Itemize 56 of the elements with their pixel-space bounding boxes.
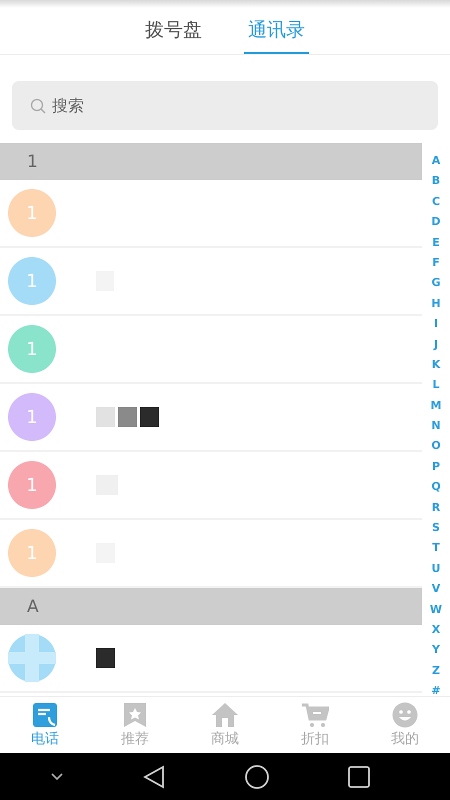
section-header: 1 (0, 143, 422, 180)
index-letter[interactable]: Z (432, 660, 440, 682)
index-letter[interactable]: C (432, 192, 440, 212)
index-letter[interactable]: W (430, 600, 442, 620)
section-header: A (0, 588, 422, 625)
index-letter[interactable]: R (432, 498, 440, 518)
index-letter[interactable]: K (432, 354, 440, 376)
index-letter[interactable]: I (434, 314, 438, 335)
index-letter[interactable]: S (432, 518, 440, 538)
index-letter[interactable]: A (432, 151, 440, 172)
bottom-tab[interactable]: 折扣 (270, 697, 360, 753)
index-letter[interactable]: L (432, 375, 440, 396)
search-field[interactable]: 搜索 (12, 81, 438, 130)
index-letter[interactable]: D (431, 212, 441, 233)
index-letter[interactable]: M (430, 396, 442, 416)
bottom-tab[interactable]: 电话 (0, 697, 90, 753)
index-letter[interactable]: T (432, 538, 440, 559)
index-letter[interactable]: O (431, 436, 441, 457)
home-icon (211, 702, 239, 728)
redacted-name-drawing (96, 648, 118, 668)
contact-avatar: 1 (8, 461, 56, 509)
bottom-tab[interactable]: 商城 (180, 697, 270, 753)
index-letter[interactable]: Y (432, 640, 440, 661)
contact-avatar: 1 (8, 257, 56, 305)
index-letter[interactable]: G (431, 273, 441, 294)
contact-avatar: 1 (8, 189, 56, 237)
index-letter[interactable]: J (434, 334, 438, 355)
phone-book-icon (32, 702, 58, 728)
contact-avatar: 1 (8, 393, 56, 441)
smiley-icon (392, 702, 418, 728)
contact-avatar: 1 (8, 325, 56, 373)
index-letter[interactable]: Q (431, 477, 441, 498)
index-letter[interactable]: N (431, 416, 441, 436)
redacted-name-drawing (96, 407, 162, 427)
contact-avatar: 1 (8, 529, 56, 577)
index-letter[interactable]: H (431, 294, 441, 314)
index-letter[interactable]: F (432, 252, 440, 274)
top-tab[interactable]: 拨号盘 (141, 8, 206, 54)
index-letter[interactable]: B (432, 171, 440, 192)
index-letter[interactable]: U (432, 558, 440, 580)
recents-icon[interactable] (348, 766, 370, 788)
index-letter[interactable]: X (432, 620, 440, 640)
index-letter[interactable]: V (432, 579, 440, 600)
search-input[interactable]: 搜索 (50, 95, 428, 116)
top-tab[interactable]: 通讯录 (244, 8, 309, 54)
cart-icon (301, 702, 329, 728)
back-icon[interactable] (143, 764, 166, 788)
index-letter[interactable]: E (432, 232, 440, 253)
search-icon (30, 98, 46, 114)
index-letter[interactable]: # (431, 681, 441, 696)
bottom-tab[interactable]: 推荐 (90, 697, 180, 753)
index-letter[interactable]: P (432, 456, 440, 478)
home-icon[interactable] (244, 764, 269, 788)
star-bookmark-icon (123, 702, 147, 728)
bottom-tab[interactable]: 我的 (360, 697, 450, 753)
chevron-down-icon[interactable] (50, 772, 64, 782)
